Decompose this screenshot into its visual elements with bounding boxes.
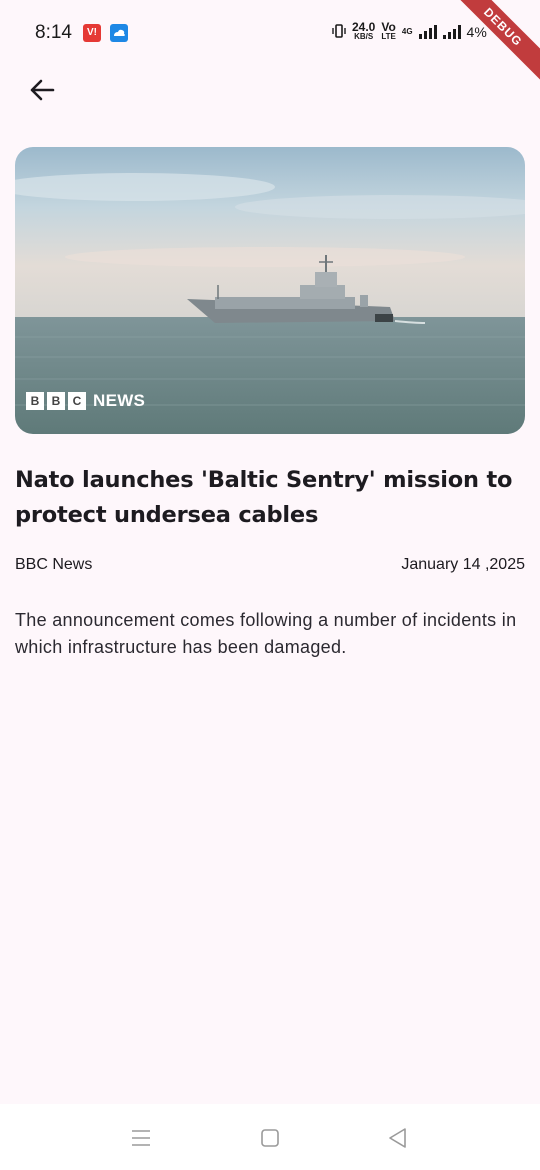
system-navigation-bar: [0, 1104, 540, 1170]
back-button[interactable]: [22, 70, 62, 110]
article-date: January 14 ,2025: [401, 556, 525, 573]
article-image: B B C NEWS: [15, 147, 525, 434]
article-meta: BBC News January 14 ,2025: [15, 556, 525, 574]
logo-letter: B: [26, 392, 44, 410]
battery-level: 4%: [466, 24, 487, 40]
system-back-button[interactable]: [386, 1126, 410, 1150]
signal-icon: [418, 25, 437, 39]
article-title: Nato launches 'Baltic Sentry' mission to…: [15, 467, 513, 528]
volte-indicator: Vo LTE: [381, 20, 396, 42]
recent-apps-button[interactable]: [129, 1126, 153, 1150]
logo-word: NEWS: [93, 391, 146, 410]
vi-app-icon: V!: [83, 24, 101, 42]
logo-letter: B: [47, 392, 65, 410]
home-button[interactable]: [258, 1126, 282, 1150]
status-bar: 8:14 V! 24.0 KB/S Vo LTE 4G 4% DEBUG: [0, 0, 540, 88]
volte-top: Vo: [381, 20, 396, 34]
article-description: The announcement comes following a numbe…: [15, 610, 517, 657]
logo-letter: C: [68, 392, 86, 410]
arrow-left-icon: [30, 79, 55, 101]
article-source: BBC News: [15, 556, 93, 573]
bbc-news-logo: B B C NEWS: [26, 391, 145, 411]
network-type-indicator: 4G: [402, 27, 413, 37]
cloud-app-icon: [110, 24, 128, 42]
network-type: 4G: [401, 27, 413, 36]
volte-bottom: LTE: [381, 32, 396, 41]
status-time: 8:14: [35, 22, 72, 43]
square-home-icon: [261, 1129, 279, 1147]
network-speed: 24.0 KB/S: [352, 20, 376, 42]
triangle-back-icon: [389, 1128, 406, 1148]
status-indicators: 24.0 KB/S Vo LTE 4G 4%: [332, 20, 487, 44]
menu-lines-icon: [132, 1130, 150, 1146]
vibrate-icon: [332, 23, 346, 42]
speed-unit: KB/S: [354, 32, 374, 41]
speed-value: 24.0: [352, 20, 376, 34]
signal-icon-2: [442, 25, 461, 39]
